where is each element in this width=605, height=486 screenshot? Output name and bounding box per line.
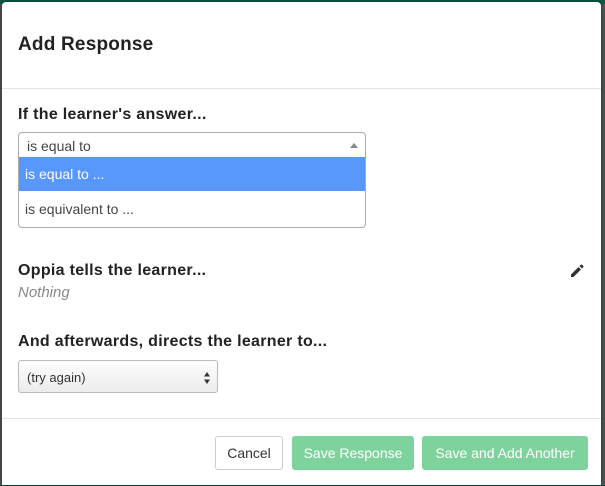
save-response-button[interactable]: Save Response — [292, 436, 414, 470]
rule-section-label: If the learner's answer... — [18, 106, 207, 123]
feedback-value: Nothing — [18, 284, 70, 301]
destination-selected-value: (try again) — [27, 370, 86, 385]
rule-type-select[interactable]: is equal to — [18, 132, 366, 158]
save-and-add-another-button[interactable]: Save and Add Another — [422, 436, 588, 470]
rule-option-equivalent-to[interactable]: is equivalent to ... — [19, 192, 365, 226]
caret-up-icon — [350, 143, 358, 148]
up-down-arrows-icon — [203, 371, 211, 385]
rule-type-dropdown: is equal to ... is equivalent to ... — [18, 157, 366, 228]
modal-footer: Cancel Save Response Save and Add Anothe… — [2, 418, 601, 486]
modal-title: Add Response — [18, 34, 154, 55]
feedback-section-label: Oppia tells the learner... — [18, 262, 207, 279]
modal-header: Add Response — [2, 2, 601, 89]
rule-type-selected-value: is equal to — [27, 138, 91, 154]
destination-section-label: And afterwards, directs the learner to..… — [18, 333, 328, 350]
cancel-button[interactable]: Cancel — [215, 436, 283, 470]
add-response-modal: Add Response If the learner's answer... … — [2, 2, 601, 485]
destination-select[interactable]: (try again) — [18, 360, 218, 393]
rule-option-equal-to[interactable]: is equal to ... — [19, 157, 365, 191]
pencil-icon[interactable] — [568, 262, 586, 280]
